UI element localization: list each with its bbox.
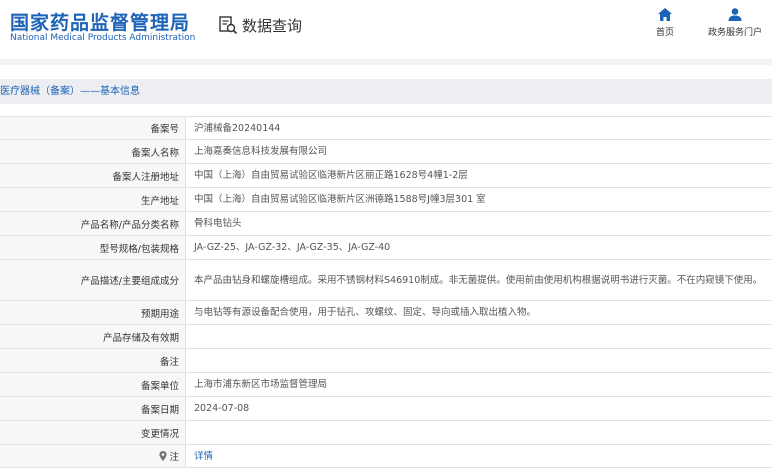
row-label: 产品存储及有效期 [0, 325, 186, 348]
row-value: 骨科电钻头 [194, 218, 242, 229]
row-label: 生产地址 [0, 188, 186, 211]
row-label: 产品名称/产品分类名称 [0, 212, 186, 235]
detail-table: 备案号 沪浦械备20240144 备案人名称 上海嘉奏信息科技发展有限公司 备案… [0, 116, 772, 468]
table-row: 备注 [0, 349, 772, 373]
table-row: 产品存储及有效期 [0, 325, 772, 349]
document-search-icon [219, 16, 238, 35]
note-label-text: 注 [169, 452, 179, 463]
row-value: 中国（上海）自由贸易试验区临港新片区洲德路1588号J幢3层301 室 [194, 194, 486, 205]
logo-cn: 国家药品监督管理局 [10, 12, 191, 34]
row-value [186, 349, 772, 372]
row-value: 沪浦械备20240144 [194, 122, 281, 134]
row-label: 备案日期 [0, 397, 186, 420]
pin-icon [159, 451, 168, 461]
table-row: 预期用途 与电钻等有源设备配合使用，用于钻孔、攻螺纹、固定、导向或插入取出植入物… [0, 301, 772, 325]
table-row: 变更情况 [0, 421, 772, 445]
row-value: 上海嘉奏信息科技发展有限公司 [194, 146, 328, 157]
table-row: 备案人注册地址 中国（上海）自由贸易试验区临港新片区丽正路1628号4幢1-2层 [0, 164, 772, 188]
row-value: 详情 [186, 445, 772, 467]
row-value: 2024-07-08 [194, 403, 250, 414]
table-row: 备案日期 2024-07-08 [0, 397, 772, 421]
row-value: JA-GZ-25、JA-GZ-32、JA-GZ-35、JA-GZ-40 [194, 242, 391, 253]
row-label: 备案人注册地址 [0, 164, 186, 187]
row-value [186, 421, 772, 444]
row-label: 产品描述/主要组成成分 [0, 260, 186, 300]
note-row-label: 注 [0, 445, 186, 467]
table-row: 生产地址 中国（上海）自由贸易试验区临港新片区洲德路1588号J幢3层301 室 [0, 188, 772, 212]
header: 国家药品监督管理局 National Medical Products Admi… [0, 0, 772, 56]
logo-en: National Medical Products Administration [10, 33, 196, 43]
table-row: 备案单位 上海市浦东新区市场监督管理局 [0, 373, 772, 397]
home-icon [658, 8, 672, 21]
table-row: 产品描述/主要组成成分 本产品由钻身和螺旋槽组成。采用不锈钢材料S46910制成… [0, 260, 772, 301]
row-value: 与电钻等有源设备配合使用，用于钻孔、攻螺纹、固定、导向或插入取出植入物。 [194, 307, 537, 318]
nav-home[interactable]: 首页 [650, 8, 680, 38]
row-label: 备案单位 [0, 373, 186, 396]
row-label: 型号规格/包装规格 [0, 236, 186, 259]
table-row: 备案号 沪浦械备20240144 [0, 117, 772, 140]
row-label: 备注 [0, 349, 186, 372]
row-value: 上海市浦东新区市场监督管理局 [194, 379, 328, 390]
row-value: 本产品由钻身和螺旋槽组成。采用不锈钢材料S46910制成。非无菌提供。使用前由使… [194, 274, 763, 286]
table-row: 备案人名称 上海嘉奏信息科技发展有限公司 [0, 140, 772, 164]
header-divider [0, 59, 772, 65]
row-value [186, 325, 772, 348]
data-query-label: 数据查询 [242, 16, 303, 35]
nav-home-label: 首页 [655, 28, 674, 38]
row-label: 预期用途 [0, 301, 186, 324]
table-row: 型号规格/包装规格 JA-GZ-25、JA-GZ-32、JA-GZ-35、JA-… [0, 236, 772, 260]
row-label: 备案号 [0, 117, 186, 139]
details-link[interactable]: 详情 [194, 449, 213, 464]
user-icon [728, 8, 742, 21]
data-query-link[interactable]: 数据查询 [218, 14, 302, 36]
table-row: 产品名称/产品分类名称 骨科电钻头 [0, 212, 772, 236]
breadcrumb: 医疗器械（备案）——基本信息 [0, 79, 772, 104]
nav-gov-label: 政务服务门户 [707, 28, 762, 38]
row-value: 中国（上海）自由贸易试验区临港新片区丽正路1628号4幢1-2层 [194, 170, 468, 181]
row-label: 变更情况 [0, 421, 186, 444]
row-label: 备案人名称 [0, 140, 186, 163]
table-row: 注 详情 [0, 445, 772, 468]
nav-gov-portal[interactable]: 政务服务门户 [700, 8, 770, 38]
